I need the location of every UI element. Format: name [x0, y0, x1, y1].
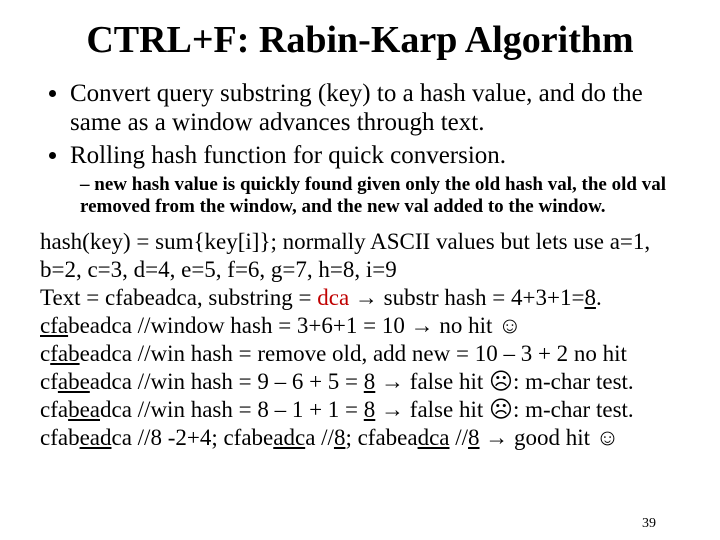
- hash-result: 8: [468, 425, 480, 450]
- window-pre: c: [40, 341, 50, 366]
- substr-hash-label: substr hash =: [384, 285, 511, 310]
- window-line-4: cfabeadca //win hash = 8 – 1 + 1 = 8 → f…: [40, 396, 680, 424]
- window-post: //: [450, 425, 469, 450]
- window-tail: → false hit ☹: m-char test.: [375, 397, 633, 422]
- arrow-icon: →: [349, 285, 384, 310]
- window-pre: cfab: [40, 425, 80, 450]
- bullet-item: Convert query substring (key) to a hash …: [70, 80, 680, 138]
- window-tail: → false hit ☹: m-char test.: [375, 369, 633, 394]
- text-line: Text = cfabeadca, substring = dca → subs…: [40, 284, 680, 312]
- window-pre: cf: [40, 369, 58, 394]
- window-mid: ; cfabea: [345, 425, 417, 450]
- window-underline: adc: [273, 425, 305, 450]
- page-number: 39: [642, 516, 656, 532]
- substr-hash-expr: 4+3+1=: [511, 285, 584, 310]
- window-post: ca //8 -2+4; cfabe: [112, 425, 274, 450]
- window-rest: adca //win hash = 9 – 6 + 5 =: [90, 369, 364, 394]
- sub-bullet-list: new hash value is quickly found given on…: [40, 174, 680, 218]
- hash-result: 8: [364, 397, 376, 422]
- slide-title: CTRL+F: Rabin-Karp Algorithm: [40, 18, 680, 62]
- window-rest: dca //win hash = 8 – 1 + 1 =: [100, 397, 364, 422]
- window-post: a //: [305, 425, 334, 450]
- bullet-list: Convert query substring (key) to a hash …: [40, 80, 680, 170]
- body-text: hash(key) = sum{key[i]}; normally ASCII …: [40, 228, 680, 452]
- hash-result: 8: [364, 369, 376, 394]
- text-label: Text = cfabeadca, substring =: [40, 285, 317, 310]
- hash-result: 8: [334, 425, 346, 450]
- window-underline: ead: [80, 425, 112, 450]
- window-rest: eadca //win hash = remove old, add new =…: [80, 341, 627, 366]
- bullet-item: Rolling hash function for quick conversi…: [70, 142, 680, 171]
- hash-definition: hash(key) = sum{key[i]}; normally ASCII …: [40, 228, 680, 284]
- window-underline: abe: [58, 369, 90, 394]
- slide: CTRL+F: Rabin-Karp Algorithm Convert que…: [0, 0, 720, 540]
- window-line-1: cfabeadca //window hash = 3+6+1 = 10 → n…: [40, 312, 680, 340]
- window-underline: cfa: [40, 313, 68, 338]
- window-underline: fab: [50, 341, 79, 366]
- window-rest: beadca //window hash = 3+6+1 = 10 → no h…: [68, 313, 522, 338]
- sub-bullet-item: new hash value is quickly found given on…: [80, 174, 680, 218]
- window-line-2: cfabeadca //win hash = remove old, add n…: [40, 340, 680, 368]
- window-tail: → good hit ☺: [480, 425, 620, 450]
- window-underline: bea: [68, 397, 100, 422]
- window-line-3: cfabeadca //win hash = 9 – 6 + 5 = 8 → f…: [40, 368, 680, 396]
- substring-value: dca: [317, 285, 349, 310]
- window-underline: dca: [418, 425, 450, 450]
- window-pre: cfa: [40, 397, 68, 422]
- hash-result: 8: [584, 285, 596, 310]
- window-line-5: cfabeadca //8 -2+4; cfabeadca //8; cfabe…: [40, 424, 680, 452]
